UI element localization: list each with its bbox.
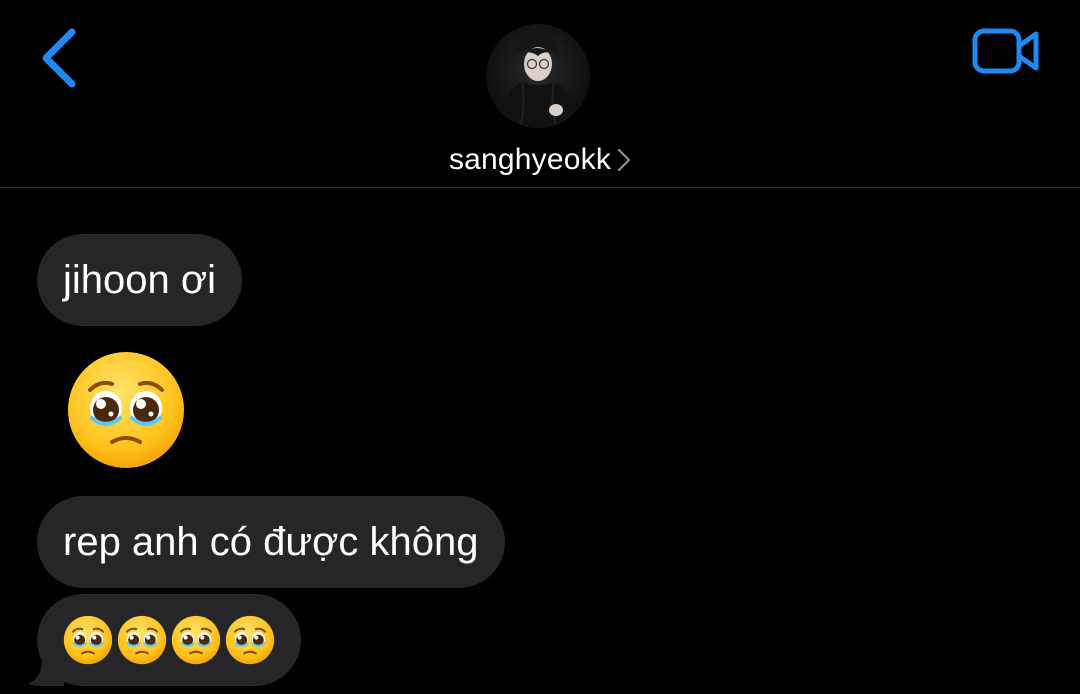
chat-header: sanghyeokk: [0, 0, 1080, 188]
back-button[interactable]: [36, 26, 84, 90]
contact-name-link[interactable]: sanghyeokk: [0, 138, 1080, 182]
chevron-left-icon: [42, 28, 76, 88]
message-text: rep anh có được không: [63, 520, 479, 564]
pleading-face-emoji: [63, 615, 113, 665]
message-text: jihoon ơi: [63, 258, 216, 302]
chevron-right-icon: [617, 148, 631, 172]
pleading-face-emoji: [225, 615, 275, 665]
message-bubble[interactable]: rep anh có được không: [37, 496, 505, 588]
header-divider: [0, 187, 1080, 188]
pleading-face-emoji[interactable]: [66, 350, 186, 470]
message-bubble[interactable]: jihoon ơi: [37, 234, 242, 326]
pleading-face-emoji: [171, 615, 221, 665]
avatar-photo: [486, 24, 590, 128]
video-call-button[interactable]: [970, 26, 1042, 76]
pleading-face-emoji: [117, 615, 167, 665]
contact-avatar[interactable]: [486, 24, 590, 128]
emoji-message-bubble[interactable]: [37, 594, 301, 686]
video-camera-icon: [972, 28, 1039, 74]
contact-name: sanghyeokk: [448, 143, 612, 176]
